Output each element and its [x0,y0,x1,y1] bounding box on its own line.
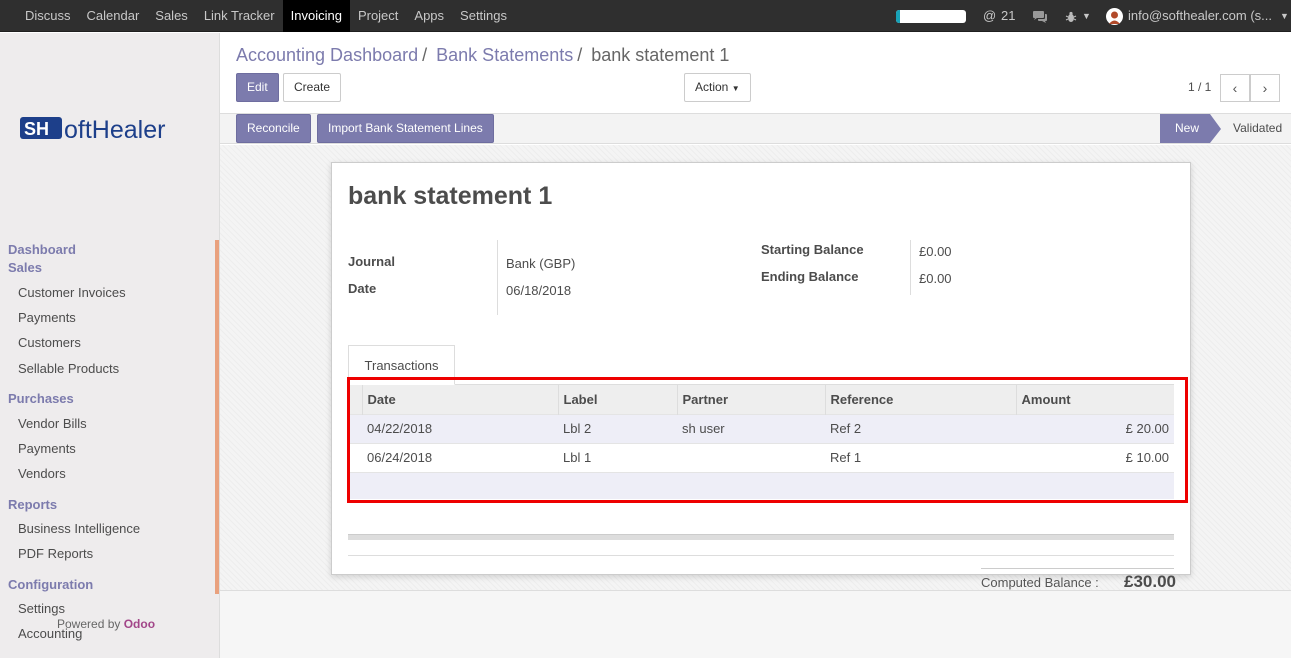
breadcrumb-bank-statements[interactable]: Bank Statements [436,45,573,65]
top-navbar: Discuss Calendar Sales Link Tracker Invo… [0,0,1291,32]
menu-calendar[interactable]: Calendar [79,0,148,32]
journal-value[interactable]: Bank (GBP) [506,256,575,271]
main-menu: Discuss Calendar Sales Link Tracker Invo… [17,0,515,32]
sidebar-item-vendor-payments[interactable]: Payments [18,441,76,456]
computed-balance-line [981,568,1174,569]
sidebar-item-business-intelligence[interactable]: Business Intelligence [18,521,140,536]
sidebar-item-vendors[interactable]: Vendors [18,466,66,481]
menu-apps[interactable]: Apps [406,0,452,32]
sidebar-item-sellable-products[interactable]: Sellable Products [18,361,119,376]
user-menu[interactable]: info@softhealer.com (s... [1128,0,1272,32]
menu-discuss[interactable]: Discuss [17,0,79,32]
computed-balance-label: Computed Balance : [981,575,1099,590]
date-value[interactable]: 06/18/2018 [506,283,571,298]
status-new[interactable]: New [1160,114,1210,143]
chat-icon[interactable] [1032,0,1048,32]
debug-caret-icon[interactable]: ▼ [1082,0,1091,32]
menu-settings[interactable]: Settings [452,0,515,32]
progress-fill [896,10,901,23]
powered-by: Powered by Odoo [57,617,156,631]
pager-value[interactable]: 1 / 1 [1188,80,1211,94]
sidebar-scrollbar[interactable] [215,240,219,594]
breadcrumb: Accounting Dashboard / Bank Statements / b… [236,45,730,65]
company-logo: SH oftHealer [20,115,200,145]
import-lines-button[interactable]: Import Bank Statement Lines [317,114,494,143]
form-sheet [331,162,1191,575]
record-title: bank statement 1 [348,182,553,210]
ending-balance-value[interactable]: £0.00 [919,271,952,286]
sidebar-item-customers[interactable]: Customers [18,335,81,350]
sidebar-item-customer-invoices[interactable]: Customer Invoices [18,285,126,300]
create-button[interactable]: Create [283,73,342,102]
sidebar-section-configuration[interactable]: Configuration [8,577,93,592]
onboarding-progress-bar[interactable] [896,10,966,23]
menu-invoicing[interactable]: Invoicing [282,0,350,32]
table-footer-line [348,555,1174,556]
svg-text:oftHealer: oftHealer [64,116,165,144]
table-footer-bar [348,534,1174,540]
starting-balance-label: Starting Balance [761,242,864,257]
journal-label: Journal [348,254,395,269]
pager-next-button[interactable]: › [1250,74,1280,102]
avatar[interactable] [1106,0,1123,32]
caret-down-icon: ▼ [731,84,740,93]
user-caret-icon[interactable]: ▼ [1280,0,1289,32]
mentions-count: 21 [1001,8,1016,23]
computed-balance-value: £30.00 [1124,572,1176,591]
divider [497,240,498,315]
sidebar-section-dashboard[interactable]: Dashboard [8,242,76,257]
starting-balance-value[interactable]: £0.00 [919,244,952,259]
status-arrow [1210,114,1221,143]
date-label: Date [348,281,377,296]
action-dropdown[interactable]: Action ▼ [684,73,751,102]
menu-link-tracker[interactable]: Link Tracker [196,0,283,32]
sidebar-item-pdf-reports[interactable]: PDF Reports [18,546,93,561]
ending-balance-label: Ending Balance [761,269,859,284]
breadcrumb-current: bank statement 1 [591,45,730,65]
sidebar-section-reports[interactable]: Reports [8,497,57,512]
reconcile-button[interactable]: Reconcile [236,114,311,143]
menu-project[interactable]: Project [350,0,406,32]
edit-button[interactable]: Edit [236,73,279,102]
sidebar-section-sales[interactable]: Sales [8,260,42,275]
pager-previous-button[interactable]: ‹ [1220,74,1250,102]
below-area [220,591,1291,658]
mentions-icon[interactable]: @ [983,0,996,32]
sidebar-section-purchases[interactable]: Purchases [8,391,74,406]
highlight-box [347,377,1188,503]
svg-text:SH: SH [24,119,49,139]
status-validated[interactable]: Validated [1233,114,1282,143]
divider [910,240,911,295]
sidebar-item-vendor-bills[interactable]: Vendor Bills [18,416,87,431]
menu-sales[interactable]: Sales [147,0,196,32]
sidebar-item-settings[interactable]: Settings [18,601,65,616]
debug-bug-icon[interactable] [1065,0,1077,32]
breadcrumb-accounting-dashboard[interactable]: Accounting Dashboard [236,45,418,65]
sidebar-item-payments[interactable]: Payments [18,310,76,325]
